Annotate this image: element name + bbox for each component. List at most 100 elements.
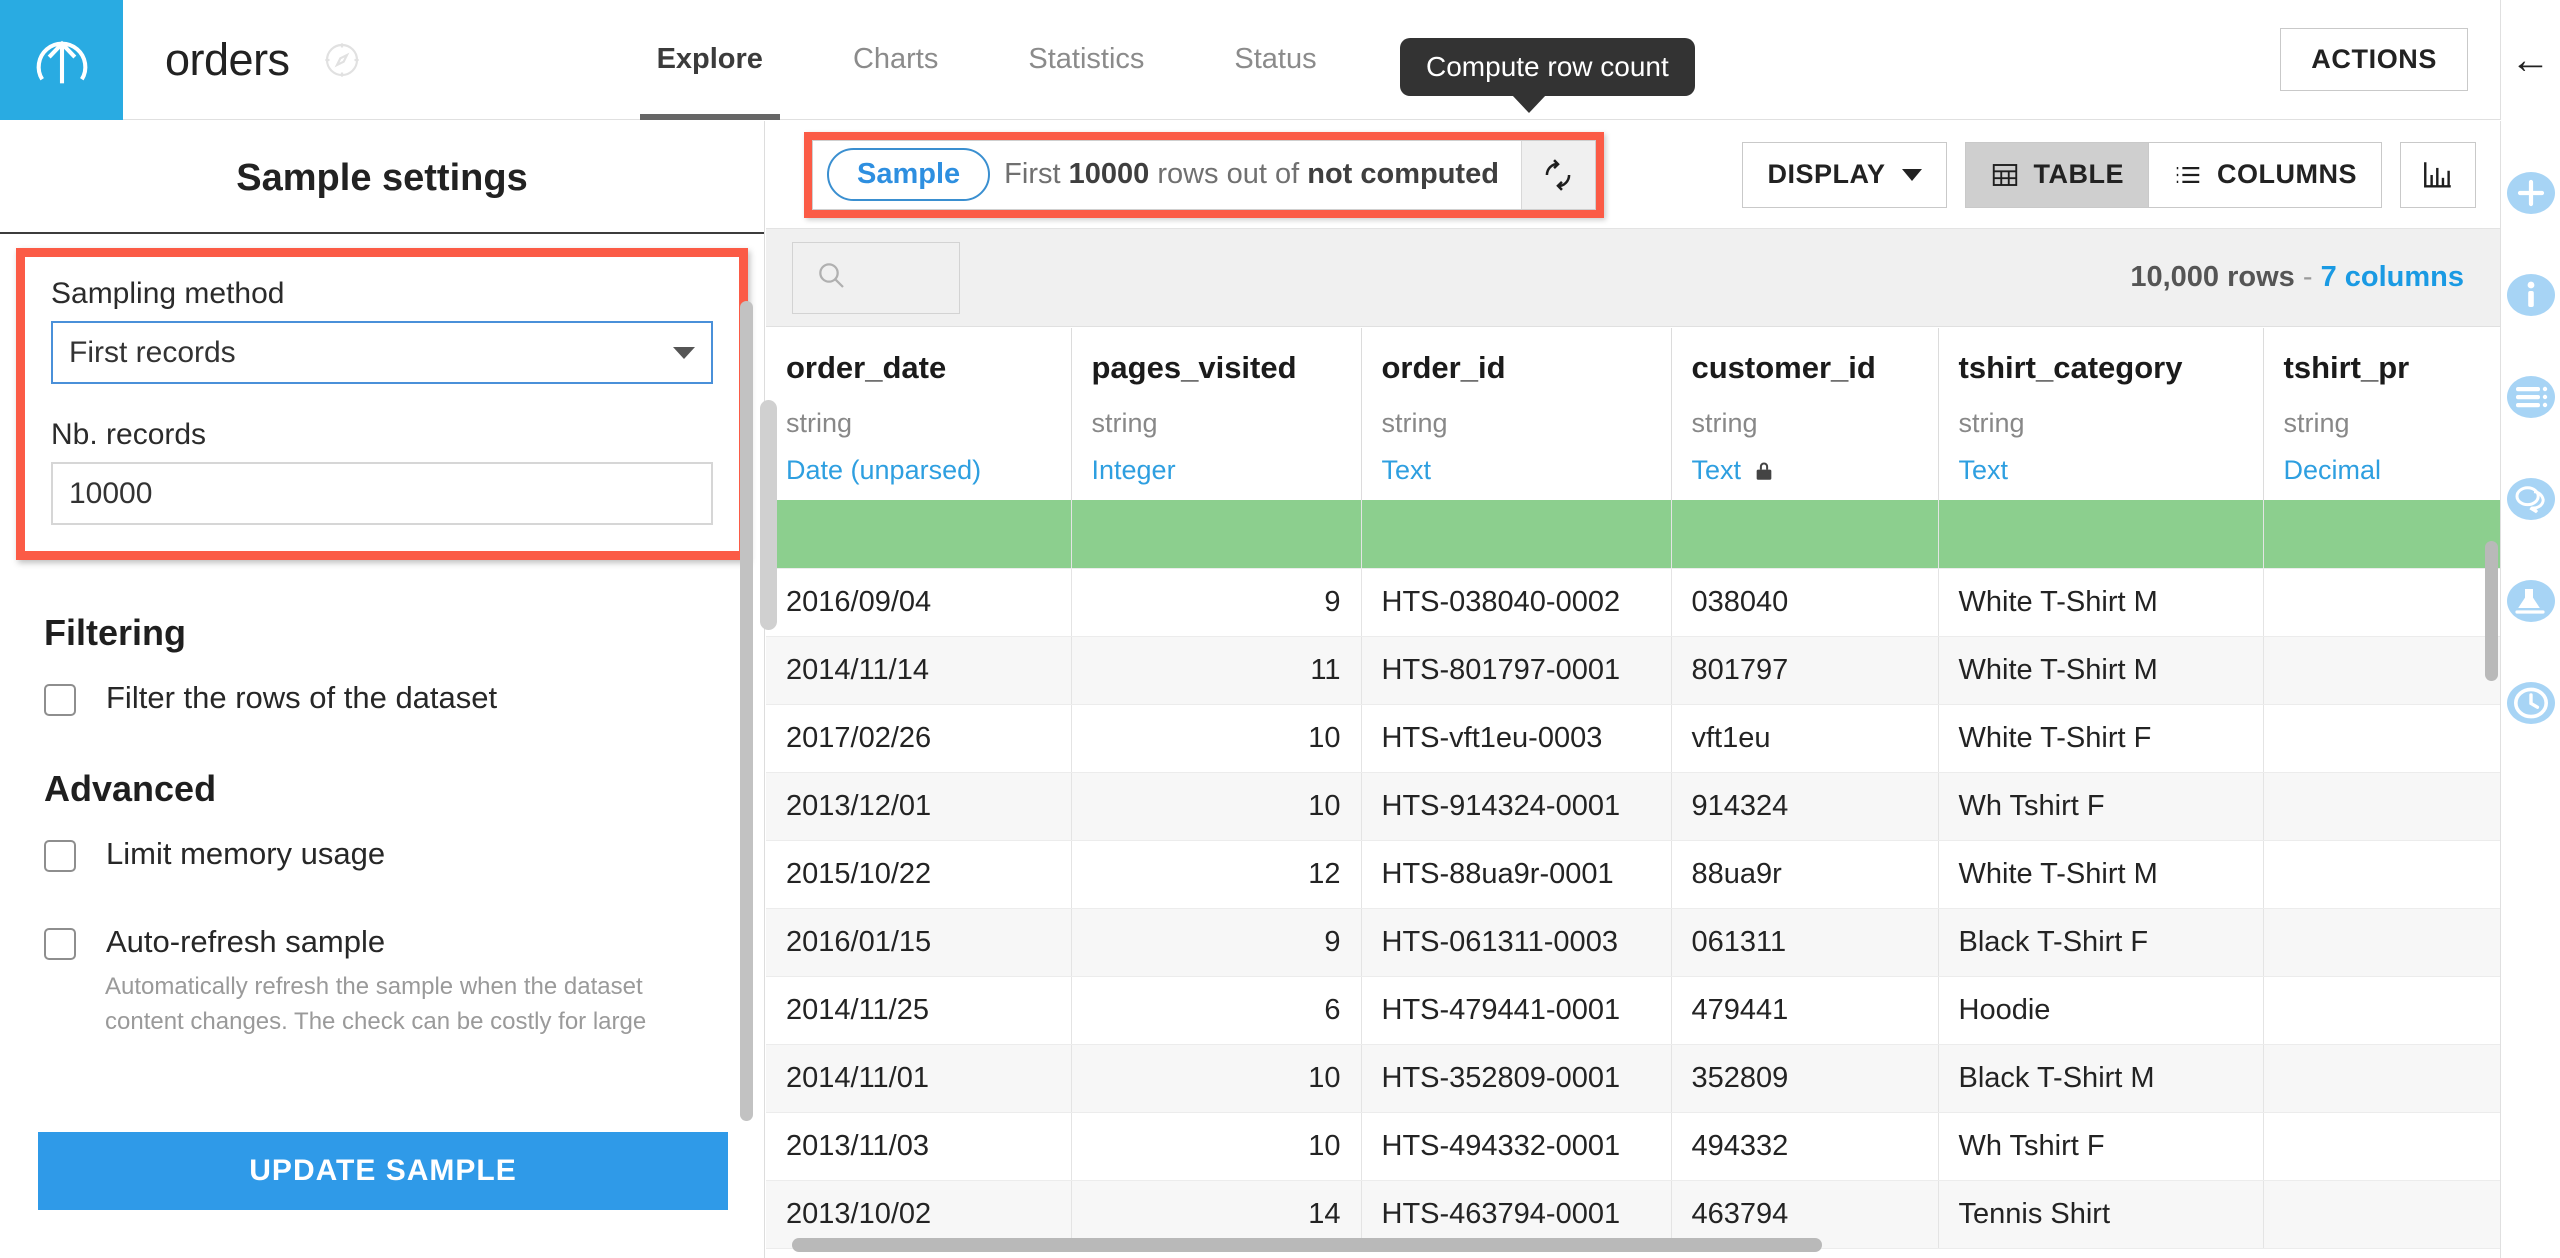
- auto-refresh-row[interactable]: Auto-refresh sample: [44, 916, 764, 960]
- table-row[interactable]: 2014/11/14 11 HTS-801797-0001 801797 White T…: [766, 636, 2500, 705]
- table-cell[interactable]: White T-Shirt M: [1938, 568, 2264, 637]
- column-meaning[interactable]: Text: [1692, 455, 1918, 486]
- table-row[interactable]: 2014/11/25 6 HTS-479441-0001 479441 Hoodie: [766, 976, 2500, 1045]
- table-cell[interactable]: [2263, 1044, 2500, 1113]
- table-row[interactable]: 2015/10/22 12 HTS-88ua9r-0001 88ua9r White T…: [766, 840, 2500, 909]
- filter-rows-row[interactable]: Filter the rows of the dataset: [44, 672, 764, 716]
- table-cell[interactable]: White T-Shirt M: [1938, 636, 2264, 705]
- table-row[interactable]: 2013/11/03 10 HTS-494332-0001 494332 Wh Tshi…: [766, 1112, 2500, 1181]
- column-meaning[interactable]: Integer: [1092, 455, 1341, 486]
- column-header-tshirt-price[interactable]: tshirt_pr string Decimal: [2263, 328, 2500, 500]
- table-cell[interactable]: 061311: [1671, 908, 1939, 977]
- arrow-left-icon[interactable]: ←: [2500, 0, 2560, 120]
- column-meaning[interactable]: Date (unparsed): [786, 455, 1051, 486]
- search-input[interactable]: [792, 241, 960, 314]
- left-panel-scrollbar[interactable]: [740, 301, 753, 1121]
- table-cell[interactable]: HTS-88ua9r-0001: [1361, 840, 1672, 909]
- table-cell[interactable]: [2263, 772, 2500, 841]
- table-cell[interactable]: White T-Shirt M: [1938, 840, 2264, 909]
- table-cell[interactable]: White T-Shirt F: [1938, 704, 2264, 773]
- update-sample-button[interactable]: UPDATE SAMPLE: [38, 1132, 728, 1210]
- sample-badge-button[interactable]: Sample: [827, 148, 991, 201]
- table-row[interactable]: 2016/09/04 9 HTS-038040-0002 038040 White T-…: [766, 568, 2500, 637]
- chart-preview-button[interactable]: [2400, 141, 2476, 208]
- tab-charts[interactable]: Charts: [808, 0, 983, 120]
- table-cell[interactable]: Tennis Shirt: [1938, 1180, 2264, 1249]
- columns-view-button[interactable]: COLUMNS: [2148, 141, 2382, 208]
- tab-status[interactable]: Status: [1189, 0, 1361, 120]
- limit-memory-checkbox[interactable]: [44, 840, 76, 872]
- table-row[interactable]: 2014/11/01 10 HTS-352809-0001 352809 Black T…: [766, 1044, 2500, 1113]
- column-header-order-date[interactable]: order_date string Date (unparsed): [766, 328, 1072, 500]
- table-cell[interactable]: 6: [1071, 976, 1362, 1045]
- table-cell[interactable]: HTS-vft1eu-0003: [1361, 704, 1672, 773]
- table-cell[interactable]: [2263, 704, 2500, 773]
- upload-circle-icon[interactable]: [0, 0, 123, 120]
- table-cell[interactable]: 10: [1071, 704, 1362, 773]
- table-cell[interactable]: 2013/11/03: [766, 1112, 1072, 1181]
- table-cell[interactable]: Wh Tshirt F: [1938, 772, 2264, 841]
- table-cell[interactable]: Hoodie: [1938, 976, 2264, 1045]
- column-header-order-id[interactable]: order_id string Text: [1361, 328, 1672, 500]
- table-cell[interactable]: 10: [1071, 1044, 1362, 1113]
- table-cell[interactable]: HTS-479441-0001: [1361, 976, 1672, 1045]
- details-list-icon[interactable]: [2505, 371, 2557, 423]
- table-cell[interactable]: [2263, 908, 2500, 977]
- sampling-method-select[interactable]: First records: [51, 321, 713, 384]
- table-cell[interactable]: 12: [1071, 840, 1362, 909]
- table-cell[interactable]: 10: [1071, 772, 1362, 841]
- table-row[interactable]: 2016/01/15 9 HTS-061311-0003 061311 Black T-…: [766, 908, 2500, 977]
- table-cell[interactable]: 2014/11/14: [766, 636, 1072, 705]
- table-cell[interactable]: [2263, 1112, 2500, 1181]
- filter-rows-checkbox[interactable]: [44, 684, 76, 716]
- table-cell[interactable]: Black T-Shirt M: [1938, 1044, 2264, 1113]
- table-row[interactable]: 2013/12/01 10 HTS-914324-0001 914324 Wh Tshi…: [766, 772, 2500, 841]
- display-button[interactable]: DISPLAY: [1742, 141, 1947, 208]
- refresh-icon[interactable]: [1520, 140, 1595, 209]
- column-header-pages-visited[interactable]: pages_visited string Integer: [1071, 328, 1362, 500]
- table-cell[interactable]: Wh Tshirt F: [1938, 1112, 2264, 1181]
- table-cell[interactable]: 2013/12/01: [766, 772, 1072, 841]
- table-cell[interactable]: HTS-494332-0001: [1361, 1112, 1672, 1181]
- table-cell[interactable]: HTS-038040-0002: [1361, 568, 1672, 637]
- column-header-customer-id[interactable]: customer_id string Text: [1671, 328, 1939, 500]
- table-view-button[interactable]: TABLE: [1964, 141, 2148, 208]
- table-cell[interactable]: 2016/01/15: [766, 908, 1072, 977]
- table-cell[interactable]: Black T-Shirt F: [1938, 908, 2264, 977]
- table-vertical-scrollbar[interactable]: [2485, 541, 2498, 681]
- plus-circle-icon[interactable]: [2505, 167, 2557, 219]
- column-meaning[interactable]: Decimal: [2284, 455, 2496, 486]
- table-cell[interactable]: 2016/09/04: [766, 568, 1072, 637]
- table-cell[interactable]: [2263, 1180, 2500, 1249]
- table-row[interactable]: 2017/02/26 10 HTS-vft1eu-0003 vft1eu White T…: [766, 704, 2500, 773]
- table-cell[interactable]: 9: [1071, 908, 1362, 977]
- table-cell[interactable]: 2014/11/01: [766, 1044, 1072, 1113]
- tab-statistics[interactable]: Statistics: [983, 0, 1189, 120]
- limit-memory-row[interactable]: Limit memory usage: [44, 828, 764, 872]
- info-circle-icon[interactable]: [2505, 269, 2557, 321]
- column-header-tshirt-category[interactable]: tshirt_category string Text: [1938, 328, 2264, 500]
- table-cell[interactable]: [2263, 636, 2500, 705]
- table-cell[interactable]: 801797: [1671, 636, 1939, 705]
- table-cell[interactable]: 494332: [1671, 1112, 1939, 1181]
- table-cell[interactable]: [2263, 976, 2500, 1045]
- nb-records-input[interactable]: 10000: [51, 462, 713, 525]
- table-cell[interactable]: 88ua9r: [1671, 840, 1939, 909]
- auto-refresh-checkbox[interactable]: [44, 928, 76, 960]
- table-cell[interactable]: 479441: [1671, 976, 1939, 1045]
- table-cell[interactable]: HTS-352809-0001: [1361, 1044, 1672, 1113]
- table-cell[interactable]: 2017/02/26: [766, 704, 1072, 773]
- lab-flask-icon[interactable]: [2505, 575, 2557, 627]
- table-cell[interactable]: [2263, 568, 2500, 637]
- table-cell[interactable]: 11: [1071, 636, 1362, 705]
- table-cell[interactable]: 2015/10/22: [766, 840, 1072, 909]
- table-cell[interactable]: 2014/11/25: [766, 976, 1072, 1045]
- table-cell[interactable]: [2263, 840, 2500, 909]
- column-meaning[interactable]: Text: [1959, 455, 2243, 486]
- table-cell[interactable]: vft1eu: [1671, 704, 1939, 773]
- tab-explore[interactable]: Explore: [612, 0, 808, 120]
- table-cell[interactable]: 9: [1071, 568, 1362, 637]
- table-cell[interactable]: 352809: [1671, 1044, 1939, 1113]
- panel-resize-handle[interactable]: [760, 400, 777, 630]
- table-cell[interactable]: 038040: [1671, 568, 1939, 637]
